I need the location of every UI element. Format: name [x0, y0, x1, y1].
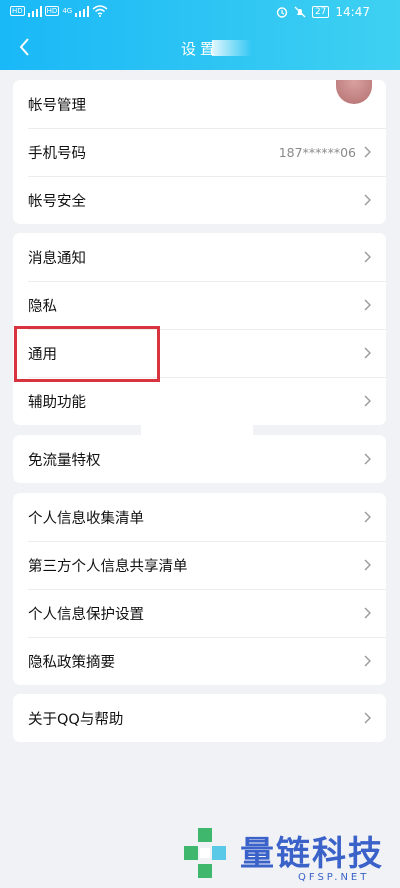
row-label: 第三方个人信息共享清单	[28, 558, 188, 575]
row-account-management[interactable]: 帐号管理	[13, 80, 386, 128]
battery-icon: 27	[311, 6, 330, 18]
chevron-right-icon	[364, 712, 371, 724]
row-label: 免流量特权	[28, 452, 101, 469]
signal-icon-2	[75, 5, 90, 17]
network-type-label: 4G	[62, 7, 73, 15]
redaction-patch	[141, 378, 253, 470]
chevron-right-icon	[364, 299, 371, 311]
chevron-right-icon	[364, 395, 371, 407]
row-label: 关于QQ与帮助	[28, 711, 124, 728]
chevron-right-icon	[364, 251, 371, 263]
chevron-right-icon	[364, 347, 371, 359]
clock: 14:47	[335, 5, 370, 19]
status-right: 27 14:47	[276, 5, 370, 19]
personal-info-group: 个人信息收集清单 第三方个人信息共享清单 个人信息保护设置 隐私政策摘要	[13, 493, 386, 685]
row-third-party-sharing-list[interactable]: 第三方个人信息共享清单	[13, 541, 386, 589]
about-group: 关于QQ与帮助	[13, 694, 386, 742]
row-account-security[interactable]: 帐号安全	[13, 176, 386, 224]
row-about-help[interactable]: 关于QQ与帮助	[13, 694, 386, 742]
watermark-subtext: QFSP.NET	[298, 872, 370, 883]
row-label: 消息通知	[28, 250, 86, 267]
row-label: 手机号码	[28, 145, 86, 162]
chevron-right-icon	[364, 194, 371, 206]
alarm-icon	[276, 7, 288, 18]
row-label: 个人信息保护设置	[28, 606, 144, 623]
page-title: 设置	[180, 40, 219, 58]
title-bar: HD HD 4G 27 14:47 设置	[0, 0, 400, 70]
row-privacy-policy-summary[interactable]: 隐私政策摘要	[13, 637, 386, 685]
watermark-text: 量链科技	[240, 834, 384, 874]
chevron-right-icon	[364, 453, 371, 465]
row-label: 辅助功能	[28, 394, 86, 411]
chevron-right-icon	[364, 607, 371, 619]
account-group: 帐号管理 手机号码 187******06 帐号安全	[13, 80, 386, 224]
row-label: 个人信息收集清单	[28, 510, 144, 527]
row-label: 帐号管理	[28, 97, 86, 114]
status-bar: HD HD 4G 27 14:47	[0, 0, 400, 28]
chevron-right-icon	[364, 511, 371, 523]
chevron-right-icon	[364, 559, 371, 571]
row-info-collection-list[interactable]: 个人信息收集清单	[13, 493, 386, 541]
avatar	[336, 80, 372, 104]
wifi-icon	[92, 5, 108, 17]
highlight-box	[14, 326, 160, 382]
row-label: 隐私	[28, 298, 57, 315]
signal-icon	[27, 5, 42, 17]
row-label: 帐号安全	[28, 193, 86, 210]
network-indicators: HD HD 4G	[10, 5, 108, 17]
row-info-protection-settings[interactable]: 个人信息保护设置	[13, 589, 386, 637]
hd-icon-2: HD	[44, 6, 60, 16]
chevron-right-icon	[364, 146, 371, 158]
mute-icon	[294, 6, 306, 18]
row-label: 隐私政策摘要	[28, 654, 115, 671]
hd-icon: HD	[10, 6, 25, 16]
row-privacy[interactable]: 隐私	[13, 281, 386, 329]
watermark: 量链科技 QFSP.NET	[178, 826, 398, 888]
phone-value: 187******06	[278, 144, 356, 160]
watermark-logo-icon	[184, 828, 226, 878]
row-notifications[interactable]: 消息通知	[13, 233, 386, 281]
chevron-right-icon	[364, 655, 371, 667]
title-smudge	[212, 40, 252, 56]
row-phone-number[interactable]: 手机号码 187******06	[13, 128, 386, 176]
